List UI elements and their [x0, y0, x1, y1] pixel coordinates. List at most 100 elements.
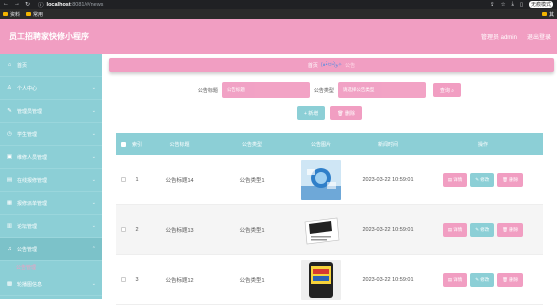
browser-right-tools: ⇪ ☆ ⤓ ▯ 无痕模式	[490, 1, 557, 8]
cell-title: 公告标题12	[165, 277, 194, 284]
cell-type: 公告类型1	[239, 227, 265, 234]
star-icon[interactable]: ☆	[501, 2, 506, 8]
download-icon[interactable]: ⤓	[512, 1, 514, 8]
cell-time: 2023-03-22 10:59:01	[362, 176, 414, 183]
col-time: 新闻时间	[377, 141, 398, 148]
col-index: 索引	[131, 141, 142, 148]
news-image-hot	[301, 259, 341, 300]
sidebar-item-home[interactable]: ⌂ 首页	[0, 54, 102, 77]
main-content: 首页 (๑•̀ㅂ•́)و✧ 公告 公告标题 公告标题 公告类型 请选择公告类型 …	[102, 54, 557, 305]
sidebar-subitem-notices[interactable]: 公告管理	[0, 261, 102, 273]
bookmark-folder[interactable]: 其	[541, 11, 557, 18]
cell-index: 1	[135, 176, 139, 183]
breadcrumb-current: 公告	[345, 62, 356, 69]
app-header: 员工招聘家快修小程序 管理员 admin 退出登录	[0, 19, 557, 54]
chevron-down-icon: ⌄	[91, 281, 96, 287]
sidebar-item-repairers[interactable]: ▣ 维修人员管理 ⌄	[0, 146, 102, 169]
logout-link[interactable]: 退出登录	[527, 32, 551, 41]
sidebar-item-dispatch[interactable]: ▦ 报修派单管理 ⌄	[0, 192, 102, 215]
breadcrumb: 首页 (๑•̀ㅂ•́)و✧ 公告	[109, 58, 554, 72]
search-bar: 公告标题 公告标题 公告类型 请选择公告类型 查询 ⌕	[102, 82, 557, 98]
box-icon: ▤	[6, 177, 13, 183]
sidebar-item-carousel[interactable]: ▩ 轮播图信息 ⌄	[0, 273, 102, 296]
cell-type: 公告类型1	[239, 177, 265, 184]
sidebar-item-forum[interactable]: ▥ 论坛管理 ⌄	[0, 215, 102, 238]
table-row: 1 公告标题14 公告类型1 2023-03-22 10:59:01 ▤ 详情 …	[116, 155, 543, 205]
sidebar-item-students[interactable]: ◷ 学生管理 ⌄	[0, 123, 102, 146]
chevron-down-icon: ⌄	[91, 131, 96, 137]
sidepanel-icon[interactable]: ▯	[520, 2, 523, 8]
video-icon: ▩	[6, 281, 13, 287]
doc-icon: ▦	[6, 200, 13, 206]
table-row: 2 公告标题13 公告类型1 2023-03-22 10:59:01 ▤ 详情 …	[116, 205, 543, 255]
cell-time: 2023-03-22 10:59:01	[362, 226, 414, 233]
browser-nav: ← → ↻	[0, 1, 30, 8]
row-checkbox[interactable]	[120, 177, 126, 182]
cell-index: 2	[135, 226, 139, 233]
news-image-hot-svg	[301, 259, 341, 300]
breadcrumb-home[interactable]: 首页	[308, 62, 318, 69]
table-row: 3 公告标题12 公告类型1 2023-03-22 10:59:01 ▤ 详情 …	[116, 255, 543, 305]
bookmarks-bar: 资料 常用 其	[0, 9, 557, 19]
delete-button[interactable]: 🗑 删除	[497, 222, 524, 237]
news-image-tech	[301, 159, 341, 200]
detail-button[interactable]: ▤ 详情	[442, 272, 468, 287]
person-icon: ♙	[7, 85, 12, 91]
search-button[interactable]: 查询 ⌕	[432, 83, 462, 97]
address-bar[interactable]: ⓘ localhost:8081/#/news	[38, 1, 103, 9]
info-icon: ⓘ	[38, 2, 44, 9]
delete-button[interactable]: 🗑 删除	[497, 172, 524, 187]
sidebar-item-admin[interactable]: ✎ 管理员管理 ⌄	[0, 100, 102, 123]
browser-toolbar: ← → ↻ ⓘ localhost:8081/#/news ⇪ ☆ ⤓ ▯ 无痕…	[0, 0, 557, 9]
url-path: :8081/#/news	[70, 1, 104, 8]
edit-button[interactable]: ✎ 修改	[470, 222, 495, 237]
breadcrumb-emoji: (๑•̀ㅂ•́)و✧	[320, 62, 343, 68]
sidebar-item-profile[interactable]: ♙ 个人中心 ⌄	[0, 77, 102, 100]
col-image: 公告图片	[310, 141, 331, 148]
edit-button[interactable]: ✎ 修改	[470, 172, 495, 187]
notice-table: 索引 公告标题 公告类型 公告图片 新闻时间 操作 1 公告标题14 公告类型1	[116, 133, 543, 305]
folder-icon	[26, 12, 32, 16]
edit-button[interactable]: ✎ 修改	[470, 272, 495, 287]
profile-badge[interactable]: 无痕模式	[528, 1, 553, 8]
detail-button[interactable]: ▤ 详情	[442, 222, 468, 237]
news-image-tech-svg	[301, 159, 341, 200]
col-actions: 操作	[477, 141, 488, 148]
type-filter-select[interactable]: 请选择公告类型	[337, 82, 426, 98]
bookmark-folder[interactable]: 资料	[3, 11, 20, 18]
delete-button[interactable]: 🗑 删除	[497, 272, 524, 287]
back-icon[interactable]: ←	[3, 1, 9, 8]
table-header: 索引 公告标题 公告类型 公告图片 新闻时间 操作	[116, 133, 543, 155]
bookmark-folder[interactable]: 常用	[26, 11, 43, 18]
share-icon[interactable]: ⇪	[490, 2, 495, 8]
row-checkbox[interactable]	[120, 277, 126, 282]
cell-title: 公告标题13	[165, 227, 194, 234]
batch-delete-button[interactable]: 🗑 删除	[330, 106, 363, 120]
cell-index: 3	[135, 276, 139, 283]
cell-title: 公告标题14	[165, 177, 194, 184]
select-all-checkbox[interactable]	[120, 141, 126, 147]
folder-icon	[541, 12, 547, 16]
reload-icon[interactable]: ↻	[25, 1, 30, 8]
news-image-paper-svg	[301, 209, 341, 250]
detail-button[interactable]: ▤ 详情	[442, 172, 468, 187]
list-icon: ▥	[6, 223, 13, 229]
sidebar-item-notices[interactable]: ♫ 公告管理 ⌃	[0, 238, 102, 261]
chevron-down-icon: ⌄	[91, 108, 96, 114]
chevron-down-icon: ⌄	[91, 154, 96, 160]
chevron-down-icon: ⌄	[91, 223, 96, 229]
url-host: localhost	[46, 1, 71, 8]
add-button[interactable]: + 新增	[296, 106, 326, 120]
sidebar: ⌂ 首页 ♙ 个人中心 ⌄ ✎ 管理员管理 ⌄ ◷ 学生管理 ⌄ ▣ 维修人员管理 ⌄ ▤ 在线报修…	[0, 54, 102, 299]
chevron-down-icon: ⌄	[91, 85, 96, 91]
app-title: 员工招聘家快修小程序	[9, 32, 89, 41]
col-title: 公告标题	[169, 141, 190, 148]
action-bar: + 新增 🗑 删除	[102, 106, 557, 120]
row-checkbox[interactable]	[120, 227, 126, 232]
bell-icon: ♫	[7, 246, 12, 252]
cell-time: 2023-03-22 10:59:01	[362, 276, 414, 283]
forward-icon[interactable]: →	[14, 1, 20, 8]
cell-type: 公告类型1	[239, 277, 265, 284]
title-filter-input[interactable]: 公告标题	[221, 82, 310, 98]
sidebar-item-online-repair[interactable]: ▤ 在线报修管理 ⌄	[0, 169, 102, 192]
